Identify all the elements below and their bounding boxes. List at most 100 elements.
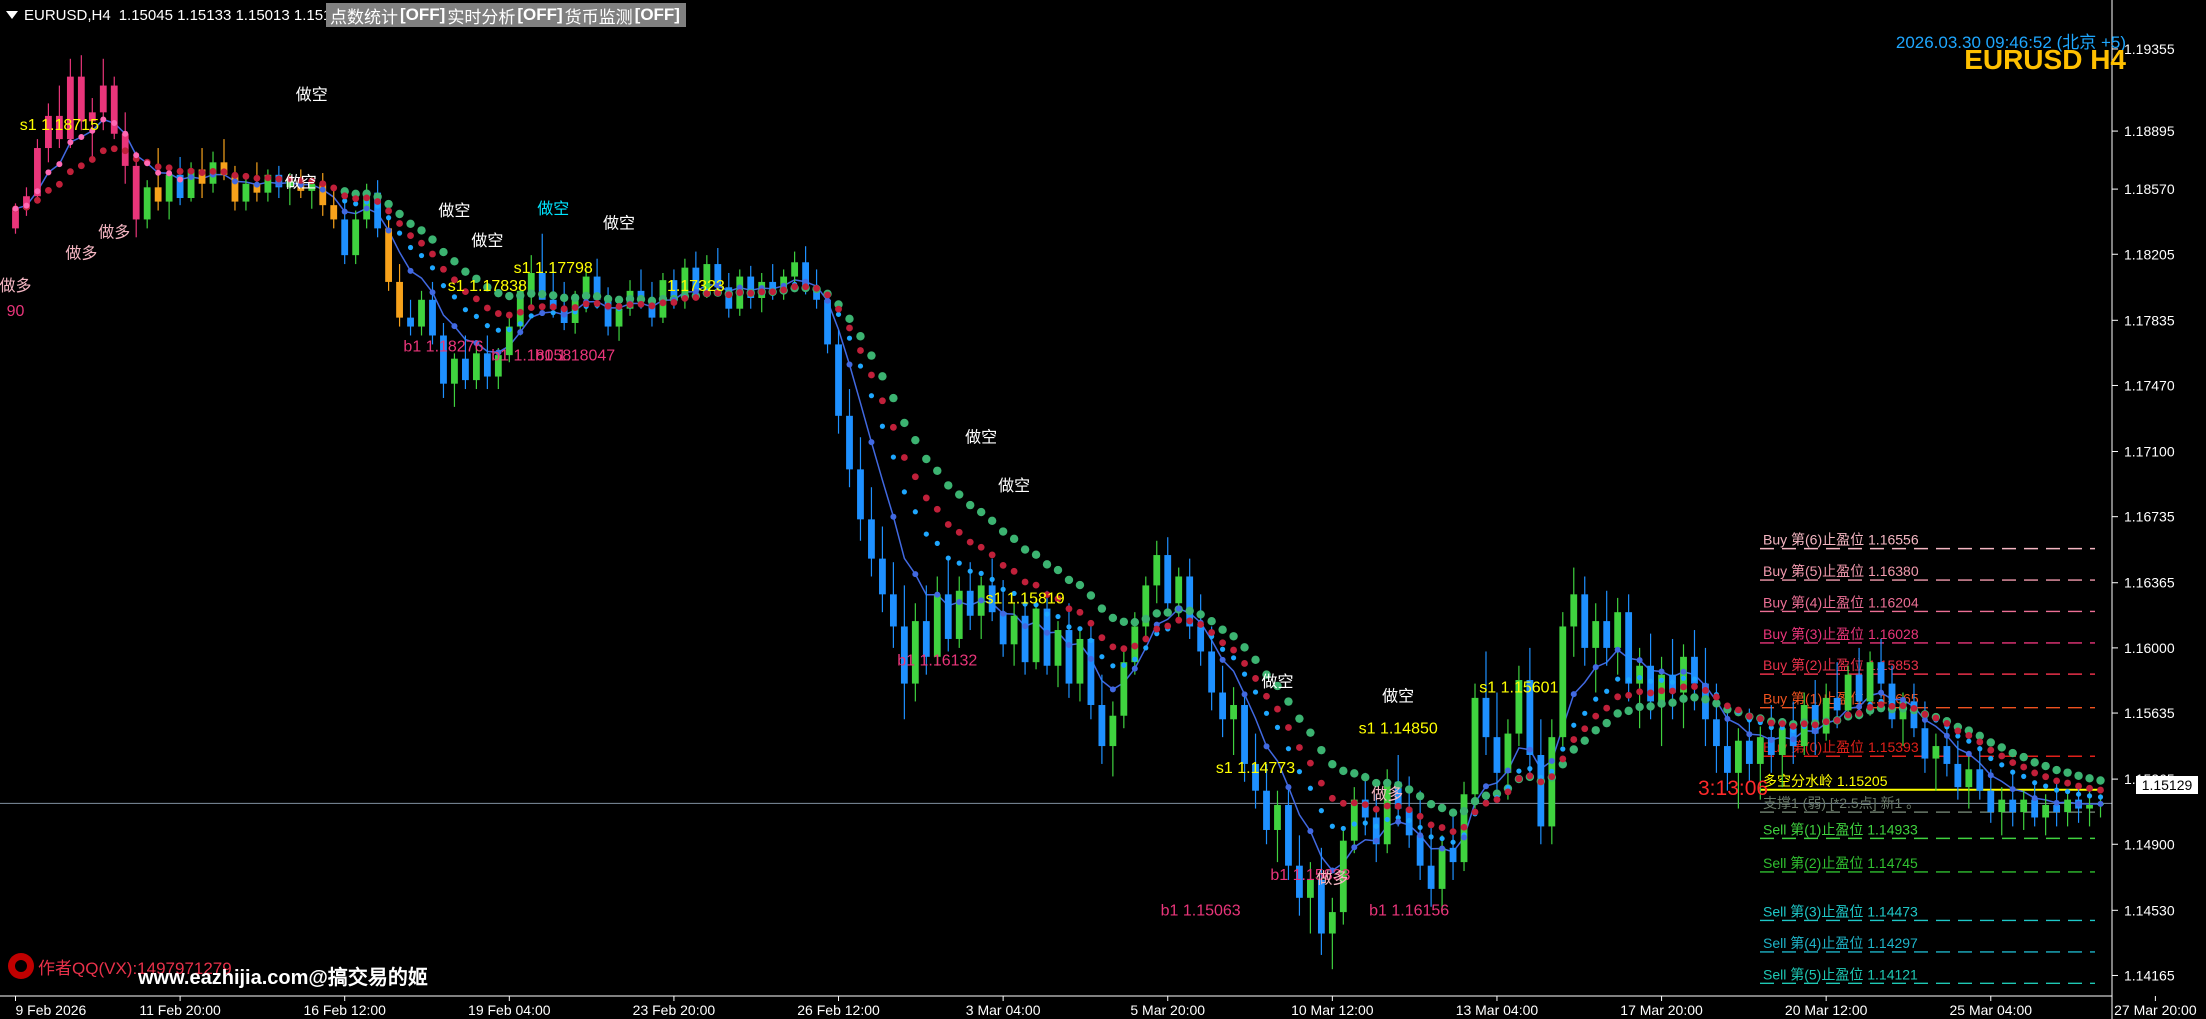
candle-body <box>955 590 963 639</box>
red-ma-dot <box>483 304 491 312</box>
mid-ma-dot <box>857 363 864 369</box>
slow-ma-dot <box>1108 613 1118 623</box>
slow-ma-dot <box>1690 693 1699 702</box>
toggle-stats-state[interactable]: [OFF] <box>400 5 445 25</box>
mid-ma-dot <box>2021 773 2027 779</box>
signal-label: 1.17323 <box>667 278 725 295</box>
fast-ma-dot <box>1417 832 1424 839</box>
mid-ma-dot <box>1307 785 1313 791</box>
pink-ma-dot <box>56 161 63 168</box>
y-tick-label: 1.17835 <box>2124 312 2175 328</box>
fast-ma-dot <box>1658 668 1665 675</box>
red-ma-dot <box>45 186 52 194</box>
slow-ma-dot <box>944 481 953 490</box>
mid-ma-dot <box>1329 823 1335 829</box>
fast-ma-dot <box>1175 605 1182 612</box>
signal-label: 做空 <box>1382 687 1414 705</box>
toggle-currency-state[interactable]: [OFF] <box>635 5 680 25</box>
fast-ma-dot <box>1482 783 1489 790</box>
target-level-label: Buy 第(6)止盈位 1.16556 <box>1763 532 1919 548</box>
red-ma-dot <box>1526 772 1534 780</box>
mid-ma-dot <box>1428 834 1434 840</box>
red-ma-dot <box>2042 773 2050 781</box>
candle-body <box>99 85 107 113</box>
fast-ma-dot <box>978 597 985 604</box>
red-ma-dot <box>1328 794 1336 802</box>
signal-label: b1 1.15063 <box>1161 903 1241 920</box>
mid-ma-dot <box>901 489 907 495</box>
red-ma-dot <box>242 172 250 180</box>
mid-ma-dot <box>1615 676 1621 682</box>
signal-label: b1 1.18276 <box>403 339 483 356</box>
red-ma-dot <box>637 300 645 308</box>
red-ma-dot <box>1702 687 1709 694</box>
signal-label: b1 1.16132 <box>897 653 977 670</box>
slow-ma-dot <box>2019 752 2028 762</box>
red-ma-dot <box>889 423 897 431</box>
slow-ma-dot <box>1602 718 1611 728</box>
candle-body <box>1285 804 1292 866</box>
slow-ma-dot <box>1152 609 1161 618</box>
signal-label: 做空 <box>285 173 317 191</box>
red-ma-dot <box>780 286 788 294</box>
candle-body <box>1427 865 1435 889</box>
red-ma-dot <box>1888 702 1896 710</box>
red-ma-dot <box>835 305 842 313</box>
mid-ma-dot <box>2086 793 2093 799</box>
slow-ma-dot <box>1613 709 1622 718</box>
candle-body <box>2053 804 2061 813</box>
candle-body <box>1943 746 1951 764</box>
signal-label: s1 1.14773 <box>1216 760 1295 777</box>
mid-ma-dot <box>1252 689 1259 695</box>
y-tick-label: 1.17470 <box>2124 377 2175 393</box>
toggle-analysis-state[interactable]: [OFF] <box>517 5 562 25</box>
candle-body <box>451 358 458 384</box>
mid-ma-dot <box>1966 738 1972 744</box>
signal-label: 做空 <box>603 214 635 232</box>
candle-body <box>1164 555 1172 604</box>
pink-ma-dot <box>177 176 184 183</box>
red-ma-dot <box>374 198 382 205</box>
candle-body <box>1504 733 1512 773</box>
candle-body <box>966 590 974 616</box>
red-ma-dot <box>944 521 952 528</box>
price-chart[interactable]: Buy 第(6)止盈位 1.16556 Buy 第(5)止盈位 1.16380 Bu… <box>0 0 2206 1019</box>
chevron-down-icon[interactable] <box>6 11 18 19</box>
fast-ma-dot <box>429 289 436 296</box>
slow-ma-dot <box>976 507 986 517</box>
red-ma-dot <box>231 171 239 179</box>
slow-ma-dot <box>2074 771 2083 780</box>
slow-ma-dot <box>1130 617 1140 627</box>
red-ma-dot <box>1603 704 1611 712</box>
candle-body <box>1724 746 1731 773</box>
red-ma-dot <box>121 147 129 155</box>
slow-ma-dot <box>1163 608 1172 617</box>
slow-ma-dot <box>2052 765 2061 775</box>
candle-body <box>824 299 831 345</box>
mid-ma-dot <box>1230 655 1237 661</box>
mid-ma-dot <box>1637 675 1643 681</box>
red-ma-dot <box>352 195 360 203</box>
candle-body <box>999 612 1007 645</box>
candle-body <box>1932 746 1940 759</box>
mid-ma-dot <box>1999 762 2005 768</box>
fast-ma-dot <box>319 186 326 193</box>
fast-ma-dot <box>1307 828 1314 835</box>
mid-ma-dot <box>429 265 436 271</box>
mid-ma-dot <box>945 555 951 561</box>
red-ma-dot <box>1252 675 1259 682</box>
red-ma-dot <box>802 283 810 291</box>
slow-ma-dot <box>889 393 898 403</box>
mid-ma-dot <box>1055 613 1061 620</box>
candle-body <box>2020 799 2028 813</box>
red-ma-dot <box>2020 763 2028 771</box>
mid-ma-dot <box>1362 820 1368 826</box>
red-ma-dot <box>527 304 535 312</box>
mid-ma-dot <box>1241 671 1248 677</box>
slow-ma-dot <box>1009 534 1019 544</box>
candle-body <box>1043 608 1051 666</box>
yin-yang-icon <box>8 953 34 979</box>
red-ma-dot <box>1010 567 1018 575</box>
red-ma-dot <box>505 311 513 319</box>
slow-ma-dot <box>955 490 964 499</box>
